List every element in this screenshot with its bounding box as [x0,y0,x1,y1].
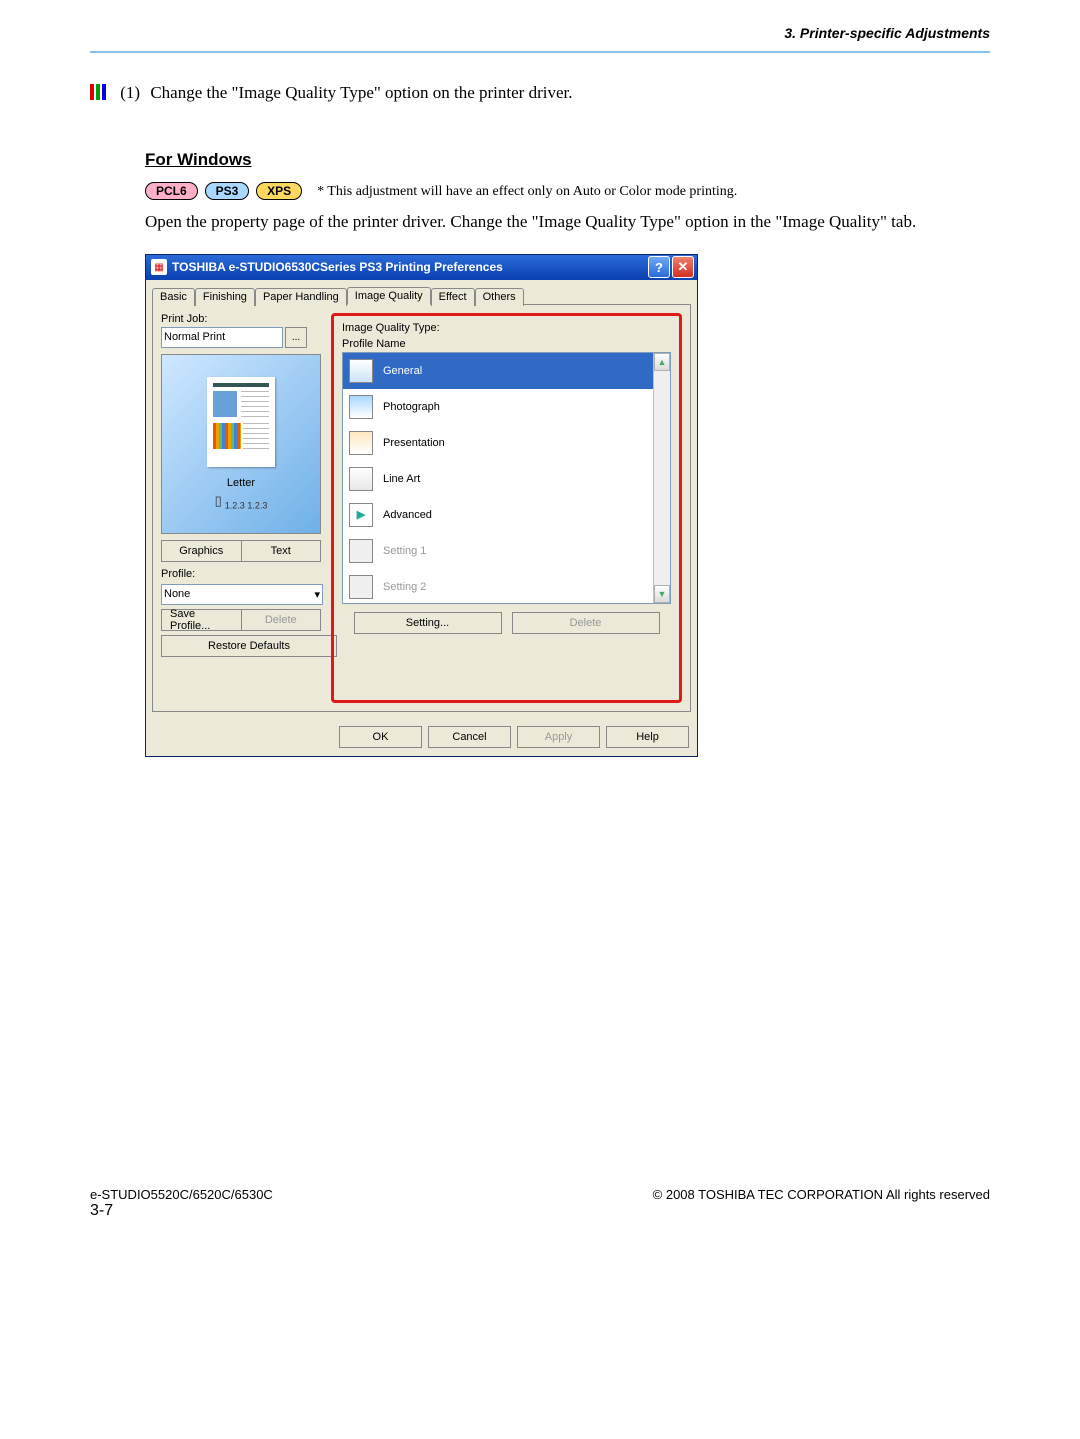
list-item[interactable]: General [343,353,653,389]
list-item[interactable]: Line Art [343,461,653,497]
tab-row: Basic Finishing Paper Handling Image Qua… [152,286,691,305]
step-text: Change the "Image Quality Type" option o… [150,83,572,102]
list-item-label: Setting 1 [383,545,426,557]
chevron-down-icon: ▾ [314,588,320,601]
preview-page-indicator: ▯1.2.3 1.2.3 [215,493,268,511]
page-header: 3. Printer-specific Adjustments [90,0,990,53]
help-button[interactable]: Help [606,726,689,748]
paper-thumb-icon [207,377,275,467]
ok-button[interactable]: OK [339,726,422,748]
highlighted-region: Image Quality Type: Profile Name General… [331,313,682,703]
save-profile-button[interactable]: Save Profile... [161,609,242,631]
adjustment-note: * This adjustment will have an effect on… [317,184,737,199]
page-number: 3-7 [90,1202,990,1220]
adv-icon: ▶ [349,503,373,527]
step-number: (1) [120,83,140,102]
tab-image-quality[interactable]: Image Quality [347,287,431,305]
list-item-label: Line Art [383,473,420,485]
print-job-select[interactable]: Normal Print [161,327,283,348]
setting-button[interactable]: Setting... [354,612,502,634]
tab-effect[interactable]: Effect [431,288,475,306]
list-item[interactable]: Presentation [343,425,653,461]
delete-profile-button: Delete [242,609,322,631]
graphics-button[interactable]: Graphics [161,540,242,562]
pres-icon [349,431,373,455]
print-job-label: Print Job: [161,313,321,325]
cancel-button[interactable]: Cancel [428,726,511,748]
text-button[interactable]: Text [242,540,322,562]
close-icon[interactable]: ✕ [672,256,694,278]
scrollbar[interactable]: ▲ ▼ [653,353,670,603]
section-title: 3. Printer-specific Adjustments [784,25,990,41]
set-icon [349,539,373,563]
page-footer: e-STUDIO5520C/6520C/6530C © 2008 TOSHIBA… [90,1187,990,1202]
footer-left: e-STUDIO5520C/6520C/6530C [90,1187,273,1202]
profile-label: Profile: [161,568,321,580]
list-item[interactable]: Photograph [343,389,653,425]
apply-button: Apply [517,726,600,748]
tab-basic[interactable]: Basic [152,288,195,306]
color-bars-icon [90,84,108,105]
tab-paper-handling[interactable]: Paper Handling [255,288,347,306]
restore-defaults-button[interactable]: Restore Defaults [161,635,337,657]
list-item: Setting 1 [343,533,653,569]
dialog-footer: OK Cancel Apply Help [146,718,697,756]
list-item-label: General [383,365,422,377]
instruction-paragraph: Open the property page of the printer dr… [145,208,990,236]
list-item-label: Advanced [383,509,432,521]
footer-right: © 2008 TOSHIBA TEC CORPORATION All right… [653,1187,990,1202]
preview-paper-label: Letter [227,477,255,489]
badge-pcl6: PCL6 [145,182,198,200]
badges-row: PCL6 PS3 XPS * This adjustment will have… [145,182,990,200]
badge-xps: XPS [256,182,302,200]
print-job-extra-button[interactable]: ... [285,327,307,348]
list-item[interactable]: ▶ Advanced [343,497,653,533]
photo-icon [349,395,373,419]
gen-icon [349,359,373,383]
dialog-titlebar[interactable]: ▦ TOSHIBA e-STUDIO6530CSeries PS3 Printi… [146,255,697,280]
scroll-up-icon[interactable]: ▲ [654,353,670,371]
image-quality-type-label: Image Quality Type: [342,322,671,334]
page-preview: Letter ▯1.2.3 1.2.3 [161,354,321,534]
dialog-title: TOSHIBA e-STUDIO6530CSeries PS3 Printing… [172,260,646,274]
delete-setting-button: Delete [512,612,660,634]
badge-ps3: PS3 [205,182,250,200]
help-icon[interactable]: ? [648,256,670,278]
tab-finishing[interactable]: Finishing [195,288,255,306]
sub-heading-for-windows: For Windows [145,150,990,170]
set-icon [349,575,373,599]
list-item-label: Presentation [383,437,445,449]
scroll-down-icon[interactable]: ▼ [654,585,670,603]
list-item: Setting 2 [343,569,653,603]
app-icon: ▦ [151,259,167,275]
profile-select[interactable]: None▾ [161,584,323,605]
list-item-label: Setting 2 [383,581,426,593]
list-item-label: Photograph [383,401,440,413]
image-quality-list[interactable]: General Photograph Presentation Line Art ▶ Ad… [342,352,671,604]
printing-preferences-dialog: ▦ TOSHIBA e-STUDIO6530CSeries PS3 Printi… [145,254,698,757]
profile-name-label: Profile Name [342,338,671,350]
step-line: (1) Change the "Image Quality Type" opti… [90,83,990,105]
line-icon [349,467,373,491]
tab-others[interactable]: Others [475,288,524,306]
